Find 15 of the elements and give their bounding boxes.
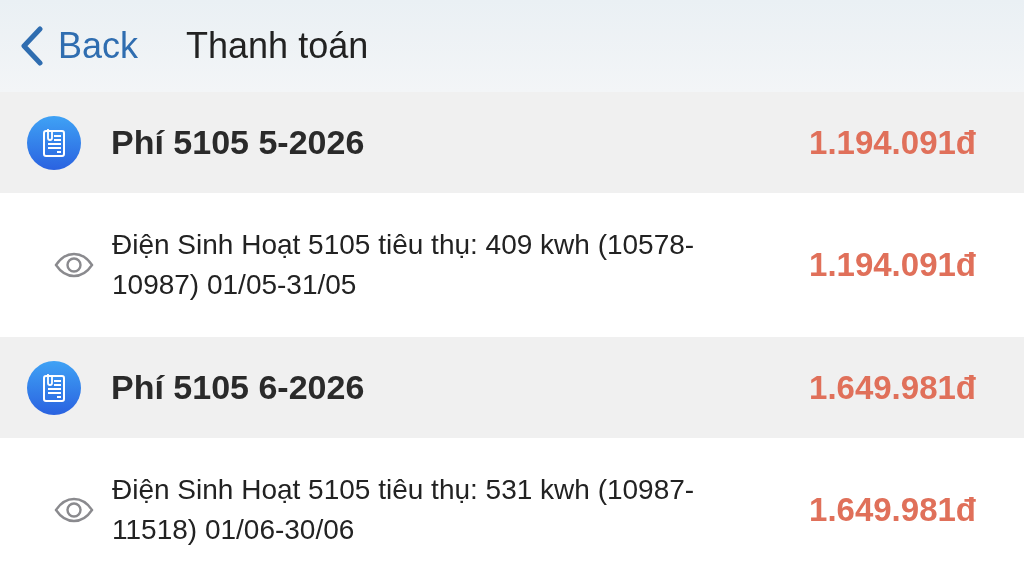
group-title: Phí 5105 6-2026: [111, 367, 366, 408]
document-icon: [27, 115, 81, 170]
group-amount: 1.194.091đ: [809, 122, 976, 163]
document-icon: [27, 360, 81, 415]
fee-description: Điện Sinh Hoạt 5105 tiêu thụ: 409 kwh (10578-10987) 01/05-31/05: [112, 228, 696, 302]
group-title: Phí 5105 5-2026: [111, 122, 366, 163]
fee-amount: 1.649.981đ: [809, 490, 976, 531]
fee-amount: 1.194.091đ: [809, 245, 976, 286]
chevron-left-icon: [20, 26, 44, 66]
fee-description: Điện Sinh Hoạt 5105 tiêu thụ: 531 kwh (10987-11518) 01/06-30/06: [112, 473, 696, 547]
back-button[interactable]: Back: [20, 19, 139, 73]
page-title: Thanh toán: [186, 24, 369, 68]
eye-icon[interactable]: [54, 497, 94, 523]
group-amount: 1.649.981đ: [809, 367, 976, 408]
eye-icon[interactable]: [54, 252, 94, 278]
